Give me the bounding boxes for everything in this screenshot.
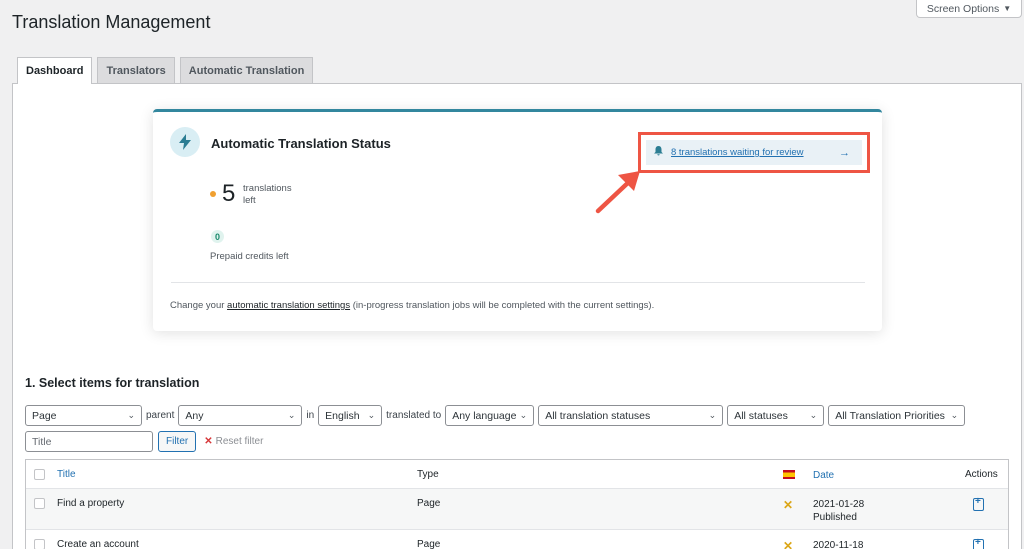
source-language-value: English	[325, 409, 360, 422]
row-date-value: 2020-11-18	[813, 540, 864, 549]
chevron-down-icon: ⌄	[367, 410, 376, 420]
footer-suffix: (in-progress translation jobs will be co…	[350, 300, 655, 311]
type-select[interactable]: Page ⌄	[25, 405, 142, 426]
footer-prefix: Change your	[170, 300, 228, 311]
spanish-flag-icon	[783, 469, 795, 482]
row-checkbox[interactable]	[34, 539, 45, 549]
row-title: Create an account	[57, 539, 139, 549]
reset-filter-link[interactable]: ✕ Reset filter	[204, 436, 263, 447]
row-date-value: 2021-01-28	[813, 499, 865, 510]
priority-select[interactable]: All Translation Priorities ⌄	[828, 405, 966, 426]
tab-automatic-translation[interactable]: Automatic Translation	[179, 57, 314, 83]
tab-dashboard[interactable]: Dashboard	[17, 57, 93, 84]
translate-action-icon[interactable]	[965, 537, 984, 549]
review-notice[interactable]: 8 translations waiting for review →	[646, 140, 862, 165]
date-column-header[interactable]: Date	[813, 469, 834, 482]
card-title: Automatic Translation Status	[211, 136, 391, 151]
chevron-down-icon: ⌄	[950, 410, 959, 420]
row-title: Find a property	[57, 498, 125, 509]
table-row: Find a property Page ✕ 2021-01-28 Publish…	[26, 489, 1008, 530]
row-date: 2020-11-18	[813, 539, 863, 549]
review-highlight-box: 8 translations waiting for review →	[638, 132, 870, 173]
filter-button[interactable]: Filter	[158, 431, 197, 452]
chevron-down-icon: ⌄	[287, 410, 296, 420]
filter-row-2: Title Filter ✕ Reset filter	[25, 431, 263, 452]
parent-select[interactable]: Any ⌄	[178, 405, 303, 426]
section-heading: 1. Select items for translation	[25, 376, 200, 390]
card-footer: Change your automatic translation settin…	[170, 300, 654, 311]
prepaid-credits-badge: 0	[211, 230, 224, 243]
translations-left-caption: translations left	[243, 183, 292, 206]
screen-options-label: Screen Options	[926, 2, 1000, 15]
translation-status-select[interactable]: All translation statuses ⌄	[538, 405, 724, 426]
translate-action-icon[interactable]	[965, 496, 984, 514]
translation-status-value: All translation statuses	[545, 409, 651, 422]
status-dot-icon	[210, 191, 216, 197]
parent-select-value: Any	[185, 409, 204, 422]
not-translated-icon[interactable]: ✕	[783, 498, 793, 512]
table-row: Create an account Page ✕ 2020-11-18	[26, 530, 1008, 549]
chevron-down-icon: ⌄	[127, 410, 135, 420]
type-select-value: Page	[32, 409, 57, 422]
lightning-bolt-icon	[170, 127, 200, 157]
row-type: Page	[417, 498, 441, 509]
title-filter-input[interactable]: Title	[25, 431, 153, 452]
tab-bar: Dashboard Translators Automatic Translat…	[17, 57, 314, 84]
source-language-select[interactable]: English ⌄	[318, 405, 383, 426]
row-status: Published	[813, 512, 857, 523]
arrow-right-icon[interactable]: →	[839, 147, 850, 159]
actions-column-header: Actions	[965, 469, 998, 480]
bell-icon	[654, 146, 663, 159]
automatic-translation-settings-link[interactable]: automatic translation settings	[227, 300, 350, 311]
automatic-translation-status-card: Automatic Translation Status 5 translati…	[153, 109, 882, 331]
tab-translators[interactable]: Translators	[97, 57, 175, 83]
reset-filter-label: Reset filter	[215, 436, 264, 447]
translation-items-table: Title Type Date Actions Find a property …	[25, 459, 1009, 549]
prepaid-credits-caption: Prepaid credits left	[210, 251, 289, 262]
page-title: Translation Management	[12, 12, 211, 32]
table-header-row: Title Type Date Actions	[26, 460, 1008, 489]
review-link[interactable]: 8 translations waiting for review	[671, 147, 804, 158]
select-all-checkbox[interactable]	[34, 469, 45, 480]
parent-label: parent	[146, 410, 175, 421]
row-type: Page	[417, 539, 441, 549]
row-date: 2021-01-28 Published	[813, 498, 864, 524]
chevron-down-icon: ⌄	[809, 410, 818, 420]
post-status-value: All statuses	[734, 409, 788, 422]
title-column-header[interactable]: Title	[57, 469, 76, 480]
screen-options-button[interactable]: Screen Options ▼	[916, 0, 1022, 18]
row-checkbox[interactable]	[34, 498, 45, 509]
close-icon: ✕	[204, 436, 213, 447]
type-column-header: Type	[417, 469, 439, 480]
translations-left-count: 5	[222, 180, 236, 207]
card-divider	[171, 282, 865, 283]
chevron-down-icon: ⌄	[519, 410, 528, 420]
target-language-value: Any language	[452, 409, 517, 422]
filter-bar: Page ⌄ parent Any ⌄ in English ⌄ translated…	[25, 405, 966, 426]
priority-value: All Translation Priorities	[835, 409, 945, 422]
target-language-select[interactable]: Any language ⌄	[445, 405, 535, 426]
translated-to-label: translated to	[386, 410, 442, 421]
chevron-down-icon: ⌄	[708, 410, 717, 420]
not-translated-icon[interactable]: ✕	[783, 539, 793, 549]
caret-down-icon: ▼	[1003, 4, 1012, 13]
post-status-select[interactable]: All statuses ⌄	[727, 405, 825, 426]
in-label: in	[306, 410, 315, 421]
callout-arrow-icon	[595, 171, 640, 214]
